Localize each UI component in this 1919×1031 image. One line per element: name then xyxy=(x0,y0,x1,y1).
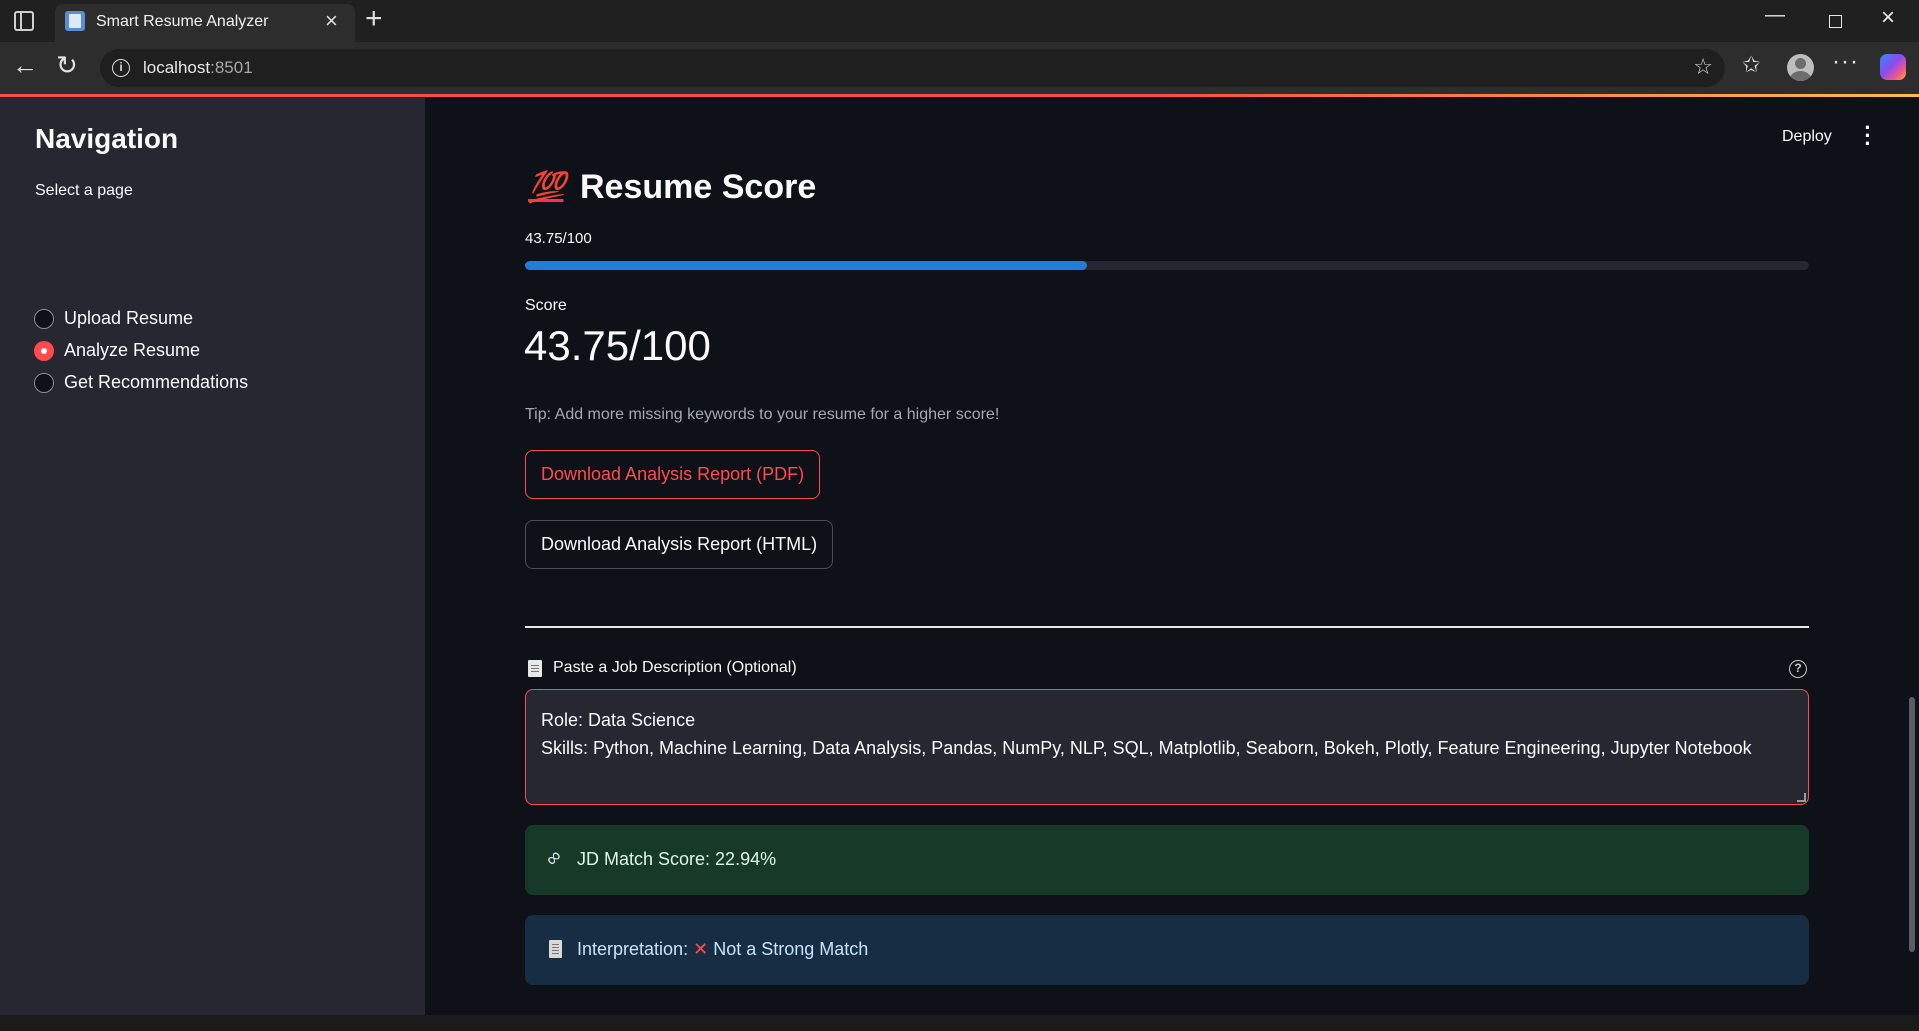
sidebar xyxy=(0,97,425,1015)
tip-text: Tip: Add more missing keywords to your r… xyxy=(525,406,1000,423)
radio-button[interactable] xyxy=(34,373,54,393)
radio-label: Get Recommendations xyxy=(64,372,249,392)
radio-group-label: Select a page xyxy=(35,182,133,199)
sidebar-title: Navigation xyxy=(35,123,179,154)
job-description-textarea[interactable]: Role: Data Science Skills: Python, Machi… xyxy=(525,689,1809,805)
download-html-button[interactable]: Download Analysis Report (HTML) xyxy=(525,520,834,569)
window-close-icon[interactable]: × xyxy=(1881,4,1895,32)
tab-title: Smart Resume Analyzer xyxy=(96,13,269,30)
browser-toolbar: ← ↻ i localhost:8501 ☆ ✩ ··· xyxy=(0,42,1919,94)
radio-button[interactable] xyxy=(34,309,54,329)
more-options-icon[interactable]: ··· xyxy=(1832,48,1859,76)
score-progress-bar xyxy=(525,261,1809,270)
progress-fill xyxy=(525,261,1087,270)
radio-label: Upload Resume xyxy=(64,308,194,328)
progress-text: 43.75/100 xyxy=(525,230,592,247)
reload-icon[interactable]: ↻ xyxy=(56,50,78,81)
url-text[interactable]: localhost:8501 xyxy=(143,58,253,78)
radio-label: Analyze Resume xyxy=(64,340,201,360)
maximize-icon[interactable] xyxy=(1829,15,1842,28)
favicon-icon xyxy=(65,11,85,31)
browser-titlebar: Smart Resume Analyzer × + — × xyxy=(0,0,1919,42)
interpretation-text: Interpretation: ✕ Not a Strong Match xyxy=(577,939,869,959)
site-info-icon[interactable]: i xyxy=(112,59,130,77)
main-menu-icon[interactable]: · · · xyxy=(1863,117,1873,155)
jd-field-label: Paste a Job Description (Optional) xyxy=(553,659,797,676)
interpretation-alert: Interpretation: ✕ Not a Strong Match xyxy=(525,915,1809,985)
favorites-icon[interactable]: ✩ xyxy=(1742,52,1760,78)
page-title: Resume Score xyxy=(580,168,817,206)
jd-match-text: JD Match Score: 22.94% xyxy=(577,849,777,869)
profile-avatar-icon[interactable] xyxy=(1787,54,1814,81)
new-tab-icon[interactable]: + xyxy=(365,2,383,36)
document-icon xyxy=(528,660,542,677)
radio-button-selected[interactable] xyxy=(34,341,54,361)
copilot-icon[interactable] xyxy=(1880,54,1906,80)
browser-tab[interactable]: Smart Resume Analyzer × xyxy=(55,4,355,42)
address-bar[interactable]: i localhost:8501 ☆ xyxy=(100,49,1725,87)
download-pdf-button[interactable]: Download Analysis Report (PDF) xyxy=(525,450,821,499)
tab-actions-icon[interactable] xyxy=(14,11,34,31)
deploy-button[interactable]: Deploy xyxy=(1782,128,1832,146)
hundred-points-icon: 💯 xyxy=(528,171,565,204)
metric-label: Score xyxy=(525,297,567,314)
metric-value: 43.75/100 xyxy=(524,322,711,369)
taskbar-edge xyxy=(0,1015,1919,1031)
link-icon: ∞ xyxy=(540,845,567,871)
scrollbar-thumb[interactable] xyxy=(1909,697,1915,952)
jd-match-alert: ∞ JD Match Score: 22.94% xyxy=(525,825,1809,895)
favorite-star-icon[interactable]: ☆ xyxy=(1693,54,1713,80)
resize-handle-icon[interactable] xyxy=(1797,793,1806,802)
cross-mark-icon: ✕ xyxy=(693,939,709,959)
help-icon[interactable]: ? xyxy=(1789,660,1807,678)
close-tab-icon[interactable]: × xyxy=(325,8,338,34)
scroll-icon xyxy=(549,940,562,958)
back-arrow-icon[interactable]: ← xyxy=(12,50,38,81)
minimize-icon[interactable]: — xyxy=(1765,4,1785,27)
divider xyxy=(525,626,1809,628)
